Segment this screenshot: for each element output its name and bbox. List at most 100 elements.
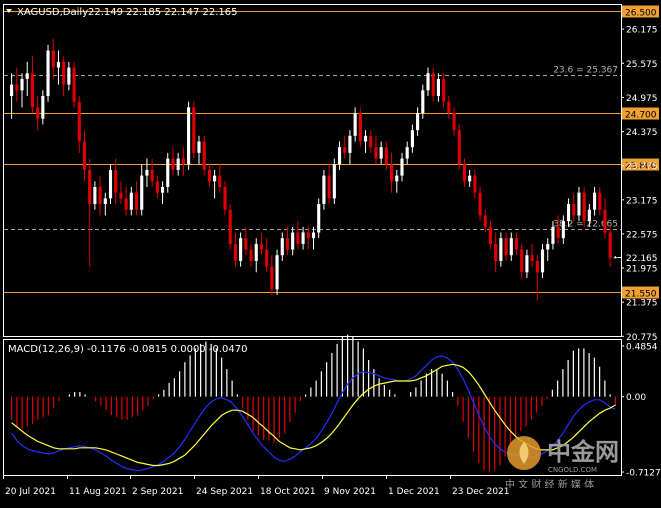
candle-body [447, 101, 451, 114]
candle-body [239, 238, 243, 261]
macd-label: MACD(12,26,9) -0.1176 -0.0815 0.0000 -0.… [8, 344, 247, 355]
candle-body [285, 238, 290, 250]
candle-body [509, 238, 513, 256]
candle-body [223, 186, 227, 210]
time-tick-label: 2 Sep 2021 [132, 487, 183, 497]
candle-body [233, 243, 237, 261]
candle-body [30, 73, 34, 108]
candle-body [421, 90, 425, 114]
candle-body [561, 221, 565, 239]
candle-body [296, 232, 300, 244]
candle-body [114, 169, 118, 193]
price-tick-label: 25.575 [626, 60, 658, 70]
candle-body [416, 113, 420, 131]
time-tick-label: 20 Jul 2021 [5, 487, 56, 497]
candle-body [166, 158, 170, 187]
candle-body [301, 232, 305, 244]
candle-body [218, 175, 222, 187]
candle-body [603, 209, 607, 233]
candle-body [15, 84, 19, 91]
candle-body [390, 164, 394, 182]
candle-body [244, 238, 248, 250]
watermark-brand: 中金网 [547, 438, 619, 466]
candle-body [613, 257, 617, 259]
candle-body [207, 169, 211, 182]
candle-body [249, 249, 253, 261]
candle-body [494, 243, 498, 261]
candle-body [192, 107, 196, 153]
candle-body [353, 113, 357, 136]
candle-body [504, 238, 508, 256]
candle-body [442, 78, 446, 102]
candle-body [566, 204, 571, 222]
candle-body [98, 186, 102, 205]
candle-body [520, 249, 524, 273]
candle-body [62, 61, 66, 85]
time-tick-label: 11 Aug 2021 [69, 487, 127, 497]
candle-body [499, 238, 503, 261]
price-tick-label: 22.575 [626, 230, 658, 240]
macd-tick-label: 0.00 [626, 393, 646, 403]
price-tick-label: 24.375 [626, 128, 658, 138]
price-tick-label: 21.975 [626, 265, 658, 275]
candle-body [202, 141, 206, 170]
candle-body [473, 175, 477, 193]
candle-body [93, 186, 97, 205]
candle-body [51, 50, 55, 68]
watermark-slogan: 中 文 财 经 新 媒 体 [505, 478, 594, 488]
candle-body [337, 147, 342, 165]
candle-body [457, 130, 461, 165]
candle-body [593, 192, 597, 210]
candle-body [384, 147, 388, 165]
candle-body [572, 204, 576, 216]
candle-body [400, 158, 404, 176]
watermark-domain: CNGOLD.COM [548, 466, 597, 474]
candle-body [468, 175, 472, 182]
price-tick-label: 23.775 [626, 162, 658, 172]
price-tick-label: 20.775 [626, 333, 658, 343]
candle-body [306, 232, 310, 239]
price-tick-label: 26.175 [626, 26, 658, 36]
watermark-svg: 中金网 CNGOLD.COM 中 文 财 经 新 媒 体 [505, 436, 619, 491]
candle-body [25, 73, 29, 79]
candle-body [67, 67, 71, 85]
candle-body [176, 158, 180, 170]
candle-body [129, 192, 133, 210]
candle-body [348, 135, 352, 153]
candle-body [587, 209, 591, 222]
trading-chart[interactable]: 26.500 24.700 23.800 21.550 23.6 = 25.367 38… [0, 0, 661, 504]
candle-body [140, 175, 144, 210]
candle-body [436, 78, 440, 96]
candle-body [426, 73, 430, 91]
candle-body [124, 198, 128, 210]
candle-body [577, 192, 581, 216]
symbol-timeframe: XAGUSD,Daily [17, 7, 88, 18]
candle-body [452, 113, 456, 131]
time-tick-label: 23 Dec 2021 [452, 487, 510, 497]
candle-body [322, 175, 326, 205]
candle-body [20, 78, 24, 91]
candle-body [395, 175, 399, 182]
candle-body [556, 226, 560, 239]
candle-body [280, 238, 284, 256]
candle-body [311, 232, 316, 239]
candle-body [155, 181, 159, 193]
candle-body [36, 107, 40, 119]
candle-body [197, 141, 201, 153]
candle-body [160, 186, 165, 193]
last-price-label: 22.165 [626, 254, 658, 264]
time-tick-label: 18 Oct 2021 [260, 487, 316, 497]
level-price-label: 26.500 [625, 9, 657, 19]
candle-body [327, 175, 331, 199]
watermark: 中金网 CNGOLD.COM 中 文 财 经 新 媒 体 [500, 428, 660, 491]
candle-body [483, 215, 487, 227]
candle-body [213, 175, 217, 182]
candle-body [72, 67, 76, 102]
candle-body [228, 209, 232, 244]
candle-body [598, 192, 602, 210]
candle-body [119, 192, 123, 199]
candle-body [291, 232, 295, 250]
candle-body [582, 192, 586, 222]
ohlc-values: 22.149 22.185 22.147 22.165 [88, 7, 238, 18]
macd-tick-label: 0.4854 [626, 343, 658, 353]
